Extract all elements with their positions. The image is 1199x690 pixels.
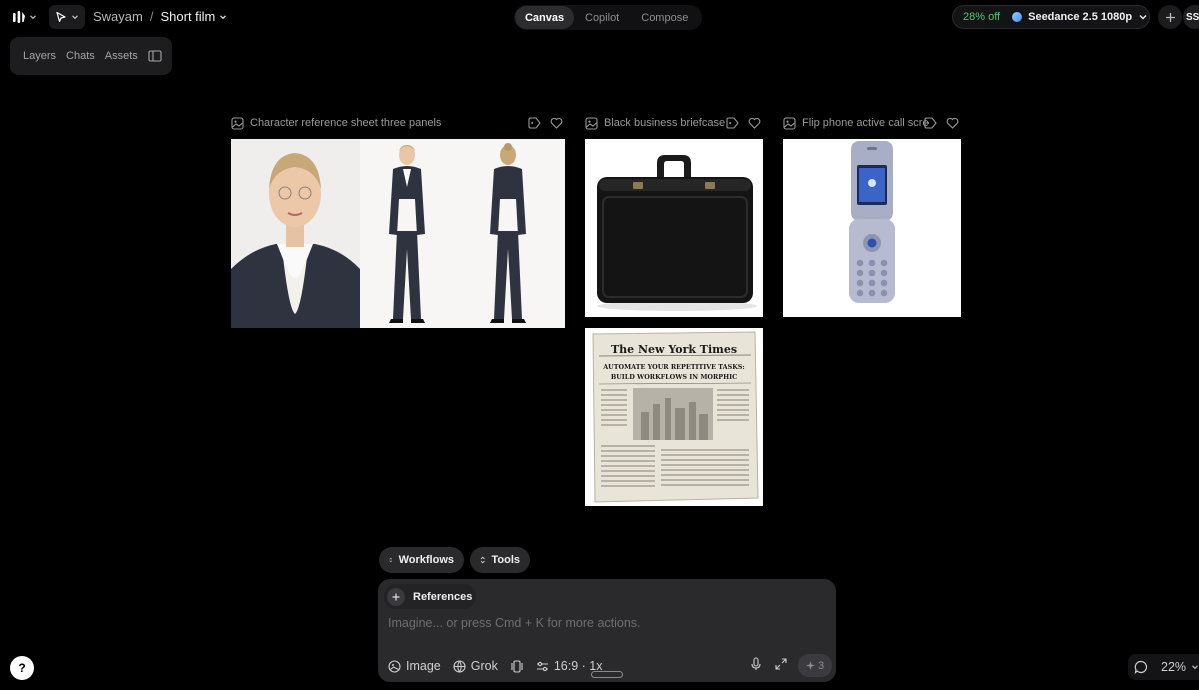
expand-button[interactable]: [775, 657, 787, 675]
tools-label: Tools: [491, 554, 520, 566]
model-picker-button[interactable]: Grok: [453, 659, 498, 673]
mode-tabs: Canvas Copilot Compose: [514, 5, 702, 30]
panel-toggle-button[interactable]: [148, 50, 162, 62]
workflows-button[interactable]: Workflows: [379, 547, 464, 573]
breadcrumb: Swayam / Short film: [93, 9, 227, 24]
card-title-briefcase[interactable]: Black business briefcase: [585, 116, 725, 130]
briefcase-illustration: [585, 139, 763, 317]
chevron-down-icon: [72, 15, 78, 20]
newspaper-image[interactable]: The New York Times AUTOMATE YOUR REPETIT…: [585, 328, 763, 506]
chevron-down-icon[interactable]: [1191, 663, 1199, 671]
card-actions: [726, 116, 761, 130]
prompt-input[interactable]: Imagine... or press Cmd + K for more act…: [388, 616, 641, 630]
card-title-text: Flip phone active call scre: [802, 117, 928, 129]
flip-phone-image[interactable]: [783, 139, 961, 317]
card-actions: [924, 116, 959, 130]
side-panel: Layers Chats Assets: [10, 37, 172, 75]
breadcrumb-separator: /: [149, 9, 154, 24]
references-label: References: [413, 590, 473, 603]
pointer-tool-button[interactable]: [49, 5, 85, 29]
model-name: Seedance 2.5 1080p: [1028, 11, 1133, 23]
microphone-button[interactable]: [750, 657, 762, 676]
image-mode-button[interactable]: Image: [388, 659, 441, 673]
variations-button[interactable]: [510, 659, 524, 673]
image-icon: [585, 116, 598, 130]
card-actions: [528, 116, 563, 130]
character-sheet-illustration: [231, 139, 565, 328]
expand-icon: [775, 658, 787, 670]
breadcrumb-workspace[interactable]: Swayam: [93, 9, 143, 24]
tab-assets[interactable]: Assets: [105, 50, 138, 62]
chevron-down-icon: [1139, 15, 1147, 20]
image-mode-label: Image: [406, 659, 441, 673]
card-title-flip-phone[interactable]: Flip phone active call scre: [783, 116, 928, 130]
tab-compose[interactable]: Compose: [630, 6, 699, 29]
image-icon: [783, 116, 796, 130]
references-button[interactable]: References: [384, 584, 476, 609]
newspaper-headline-1: AUTOMATE YOUR REPETITIVE TASKS:: [603, 363, 745, 371]
sidebar-toggle-icon: [148, 50, 162, 62]
help-button[interactable]: ?: [10, 656, 34, 680]
add-button[interactable]: [1158, 5, 1182, 29]
layers-icon: [511, 659, 523, 673]
tab-canvas[interactable]: Canvas: [515, 6, 574, 29]
chevron-down-icon: [220, 14, 227, 19]
heart-icon[interactable]: [748, 117, 761, 129]
character-sheet-image[interactable]: [231, 139, 565, 328]
logo-icon: [13, 11, 25, 23]
card-title-character-sheet[interactable]: Character reference sheet three panels: [231, 116, 441, 130]
tab-layers[interactable]: Layers: [23, 50, 56, 62]
model-logo-icon: [1012, 12, 1023, 22]
tag-icon[interactable]: [924, 117, 937, 129]
plus-icon: [1165, 12, 1175, 22]
heart-icon[interactable]: [946, 117, 959, 129]
bottom-right-controls: 22%: [1128, 654, 1199, 680]
chat-bubble-icon: [1134, 660, 1148, 674]
top-bar: Swayam / Short film Canvas Copilot Compo…: [0, 0, 1199, 34]
tag-icon[interactable]: [528, 117, 541, 129]
cursor-icon: [56, 11, 66, 23]
card-title-text: Black business briefcase: [604, 117, 726, 129]
generate-count: 3: [817, 659, 825, 672]
model-selector[interactable]: 28% off Seedance 2.5 1080p: [952, 5, 1150, 29]
newspaper-headline-2: BUILD WORKFLOWS IN MORPHIC: [610, 373, 738, 381]
project-switcher[interactable]: Short film: [160, 9, 227, 24]
prompt-composer: References Imagine... or press Cmd + K f…: [378, 579, 836, 682]
microphone-icon: [751, 657, 761, 670]
tag-icon[interactable]: [726, 117, 739, 129]
user-avatar[interactable]: SS: [1183, 5, 1199, 29]
newspaper-masthead: The New York Times: [610, 343, 738, 356]
project-name: Short film: [160, 9, 216, 24]
sparkle-icon: [805, 661, 815, 670]
zoom-level[interactable]: 22%: [1161, 660, 1186, 674]
chat-button[interactable]: [1134, 660, 1148, 674]
flip-phone-illustration: [783, 139, 961, 317]
model-picker-label: Grok: [470, 659, 498, 673]
heart-icon[interactable]: [550, 117, 563, 129]
chevron-up-down-icon: [389, 557, 393, 563]
resize-handle[interactable]: [591, 671, 623, 678]
globe-icon: [453, 659, 466, 673]
chevron-up-down-icon: [480, 556, 485, 564]
app-logo-menu[interactable]: [12, 6, 46, 28]
briefcase-image[interactable]: [585, 139, 763, 317]
tab-copilot[interactable]: Copilot: [574, 6, 630, 29]
plus-icon: [387, 587, 405, 606]
composer-toolbar: Image Grok 16:9 · 1x: [388, 658, 602, 674]
tab-chats[interactable]: Chats: [66, 50, 95, 62]
card-title-text: Character reference sheet three panels: [250, 117, 442, 129]
tools-button[interactable]: Tools: [470, 547, 530, 573]
sliders-icon: [536, 661, 548, 671]
generate-button[interactable]: 3: [798, 654, 832, 677]
workflows-label: Workflows: [398, 554, 454, 566]
discount-badge: 28% off: [963, 11, 1001, 23]
image-mode-icon: [388, 659, 401, 673]
image-icon: [231, 116, 244, 130]
chevron-down-icon: [30, 15, 36, 20]
